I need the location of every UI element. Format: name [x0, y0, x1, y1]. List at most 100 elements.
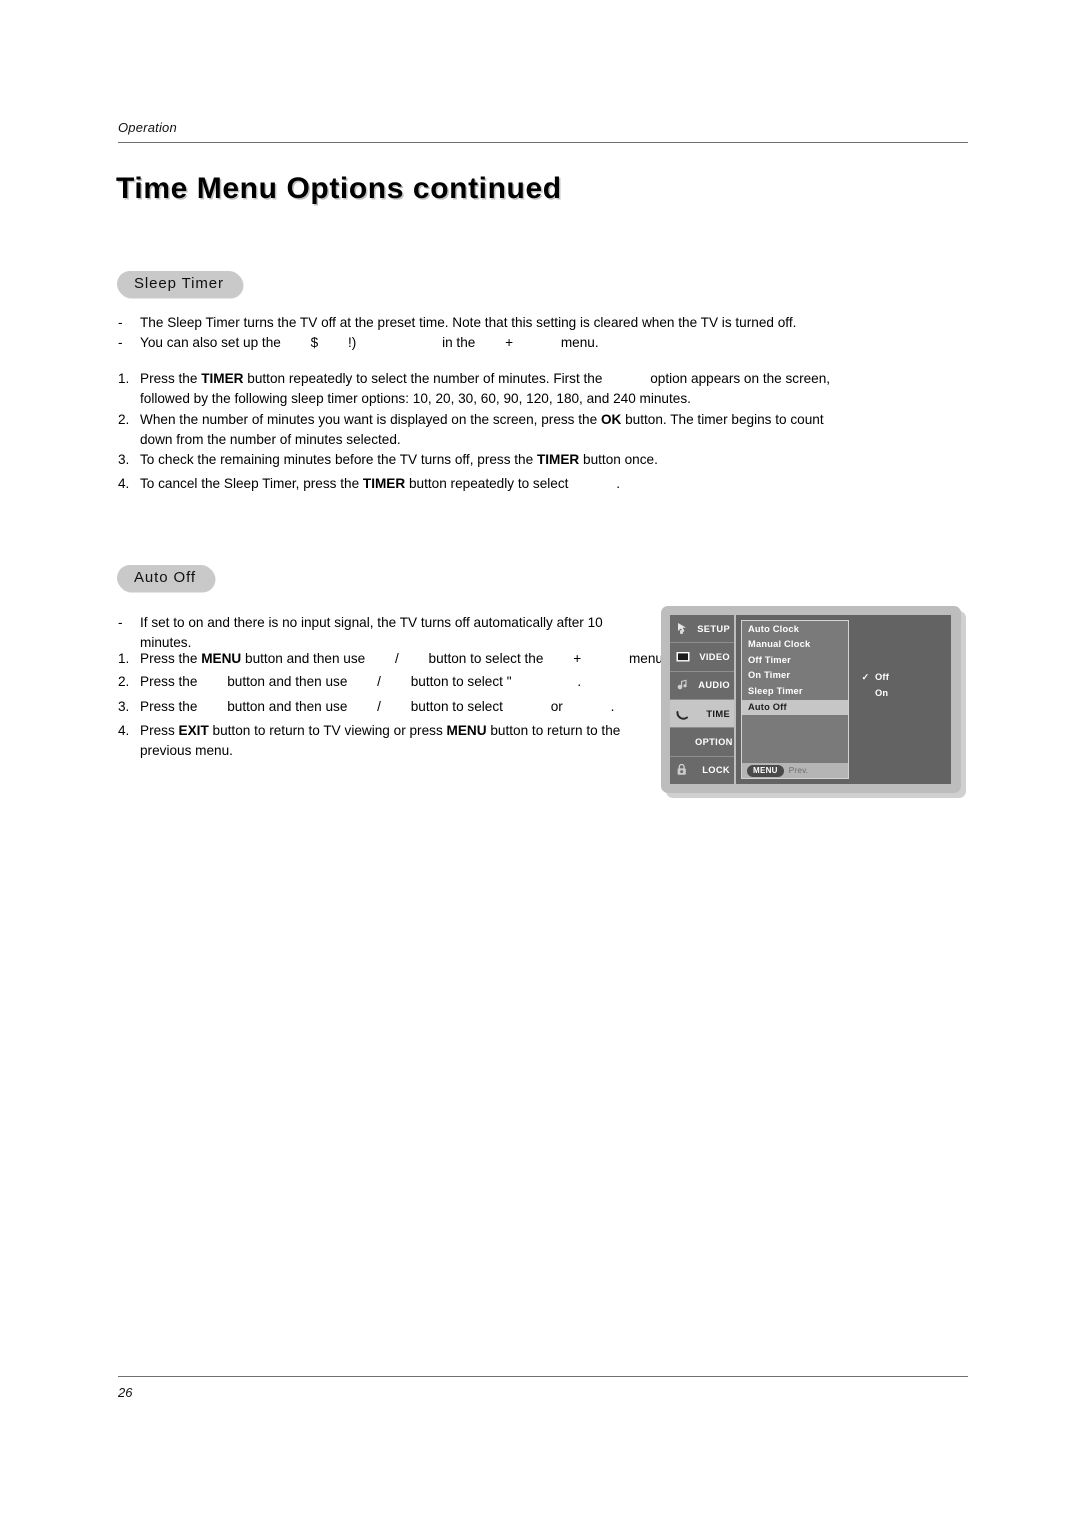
bullet-text: If set to on and there is no input signa… [140, 615, 603, 630]
osd-menu-list: Auto Clock Manual Clock Off Timer On Tim… [741, 620, 849, 779]
step-text-part-b: button and then use [227, 674, 348, 689]
step-text-part-b: button repeatedly to select [408, 476, 569, 491]
step-text-part-b: button and then use [245, 651, 366, 666]
step-text-part-c: . [616, 476, 621, 491]
bullet-text: You can also set up the $ !) in the + me… [140, 333, 599, 353]
page-number: 26 [118, 1385, 133, 1400]
key-ok: OK [600, 412, 622, 427]
step-text-part-a: Press the [140, 651, 198, 666]
step-number: 1. [118, 651, 130, 666]
step-text: To check the remaining minutes before th… [140, 450, 658, 471]
key-menu: MENU [201, 651, 242, 666]
osd-rail-label: VIDEO [699, 651, 730, 662]
osd-rail-item-time[interactable]: TIME [670, 699, 734, 729]
osd-rail-label: LOCK [702, 765, 730, 776]
osd-rail-item-setup[interactable]: SETUP [670, 615, 734, 644]
osd-menu-item-off-timer[interactable]: Off Timer [742, 652, 848, 668]
bullet-text-part-a: You can also set up the [140, 335, 281, 350]
step-text-part-a: Press the [140, 674, 198, 689]
osd-rail-item-option[interactable]: OPTION [670, 728, 734, 757]
step-number: 2. [118, 674, 130, 689]
padlock-icon [675, 763, 691, 777]
osd-menu-item-on-timer[interactable]: On Timer [742, 668, 848, 684]
missing-glyph-quote: " [506, 674, 512, 689]
step-text-part-a: Press the [140, 371, 198, 386]
missing-glyph-plus: + [505, 335, 514, 350]
clock-arc-icon [675, 707, 691, 721]
manual-page: Operation Time Menu Options continued Sl… [0, 0, 1080, 1525]
section-badge-auto-off: Auto Off [117, 565, 214, 591]
key-timer: TIMER [536, 452, 580, 467]
key-menu: MENU [446, 723, 487, 738]
osd-rail-item-lock[interactable]: LOCK [670, 757, 734, 784]
osd-menu-item-auto-off[interactable]: Auto Off [742, 699, 848, 715]
sleep-timer-step-2-line-2: down from the number of minutes selected… [140, 432, 401, 447]
pointer-icon [675, 622, 691, 636]
step-text-part-d: . [577, 674, 582, 689]
key-exit: EXIT [178, 723, 209, 738]
missing-glyph-slash: / [394, 651, 399, 666]
step-number: 2. [118, 412, 130, 427]
step-text: Press the button and then use / button t… [140, 697, 614, 718]
osd-menu-item-auto-clock[interactable]: Auto Clock [742, 621, 848, 637]
page-title: Time Menu Options continued [116, 172, 562, 205]
footer-divider [118, 1376, 968, 1377]
step-text-part-b: button repeatedly to select the number o… [247, 371, 603, 386]
step-text: Press EXIT button to return to TV viewin… [140, 721, 620, 742]
step-text-part-b: button once. [583, 452, 658, 467]
key-timer: TIMER [201, 371, 244, 386]
step-number: 4. [118, 476, 130, 491]
osd-menu-item-manual-clock[interactable]: Manual Clock [742, 637, 848, 653]
step-text-part-c: button to select [410, 699, 503, 714]
step-text: Press the MENU button and then use / but… [140, 649, 667, 670]
osd-list-spacer [742, 715, 848, 763]
step-number: 1. [118, 371, 130, 386]
step-number: 3. [118, 452, 130, 467]
auto-off-step-4-line-2: previous menu. [140, 743, 233, 758]
step-number: 3. [118, 699, 130, 714]
step-text-part-d: or [550, 699, 563, 714]
header-divider [118, 142, 968, 143]
osd-value-option-off[interactable]: ✓ Off [861, 669, 951, 685]
osd-value-panel: ✓ Off ✓ On [849, 615, 951, 784]
step-text-part-c: option appears on the screen, [650, 371, 831, 386]
bullet-mark: - [118, 315, 123, 330]
osd-rail-label: SETUP [697, 623, 730, 634]
osd-menu-item-sleep-timer[interactable]: Sleep Timer [742, 683, 848, 699]
osd-value-label: On [875, 688, 889, 698]
osd-rail-item-audio[interactable]: AUDIO [670, 672, 734, 700]
missing-glyph-dollar: $ [310, 335, 319, 350]
missing-glyph-bang: !) [347, 335, 357, 350]
bullet-text-part-c: menu. [560, 335, 599, 350]
osd-rail-label: AUDIO [698, 680, 730, 691]
prev-label: Prev. [788, 766, 809, 775]
option-icon [675, 735, 691, 749]
osd-rail-label: TIME [706, 708, 730, 719]
step-text-part-b: button to return to TV viewing or press [212, 723, 443, 738]
osd-value-label: Off [875, 672, 890, 682]
osd-rail-label: OPTION [695, 736, 733, 747]
speaker-icon [675, 678, 691, 692]
step-text: When the number of minutes you want is d… [140, 410, 824, 431]
step-number: 4. [118, 723, 130, 738]
key-timer: TIMER [362, 476, 406, 491]
step-text-part-a: To check the remaining minutes before th… [140, 452, 534, 467]
step-text: Press the TIMER button repeatedly to sel… [140, 369, 830, 390]
bullet-mark: - [118, 335, 123, 350]
step-text-part-c: button to return to the [490, 723, 621, 738]
step-text-part-a: Press the [140, 699, 198, 714]
step-text-part-b: button and then use [227, 699, 348, 714]
bullet-mark: - [118, 615, 123, 630]
osd-value-option-on[interactable]: ✓ On [861, 685, 951, 701]
osd-category-rail: SETUP VIDEO AUDIO TIME OPTION LOCK [670, 615, 736, 784]
step-text-part-a: To cancel the Sleep Timer, press the [140, 476, 360, 491]
osd-menu-illustration: SETUP VIDEO AUDIO TIME OPTION LOCK Auto … [661, 606, 961, 793]
bullet-text-part-b: in the [442, 335, 476, 350]
menu-button-chip[interactable]: MENU [747, 764, 784, 777]
step-text-part-e: . [610, 699, 615, 714]
step-text-part-c: button to select the [428, 651, 544, 666]
osd-rail-item-video[interactable]: VIDEO [670, 643, 734, 672]
osd-content-area: Auto Clock Manual Clock Off Timer On Tim… [736, 615, 951, 784]
screen-icon [675, 650, 691, 664]
step-text-part-a: Press [140, 723, 175, 738]
